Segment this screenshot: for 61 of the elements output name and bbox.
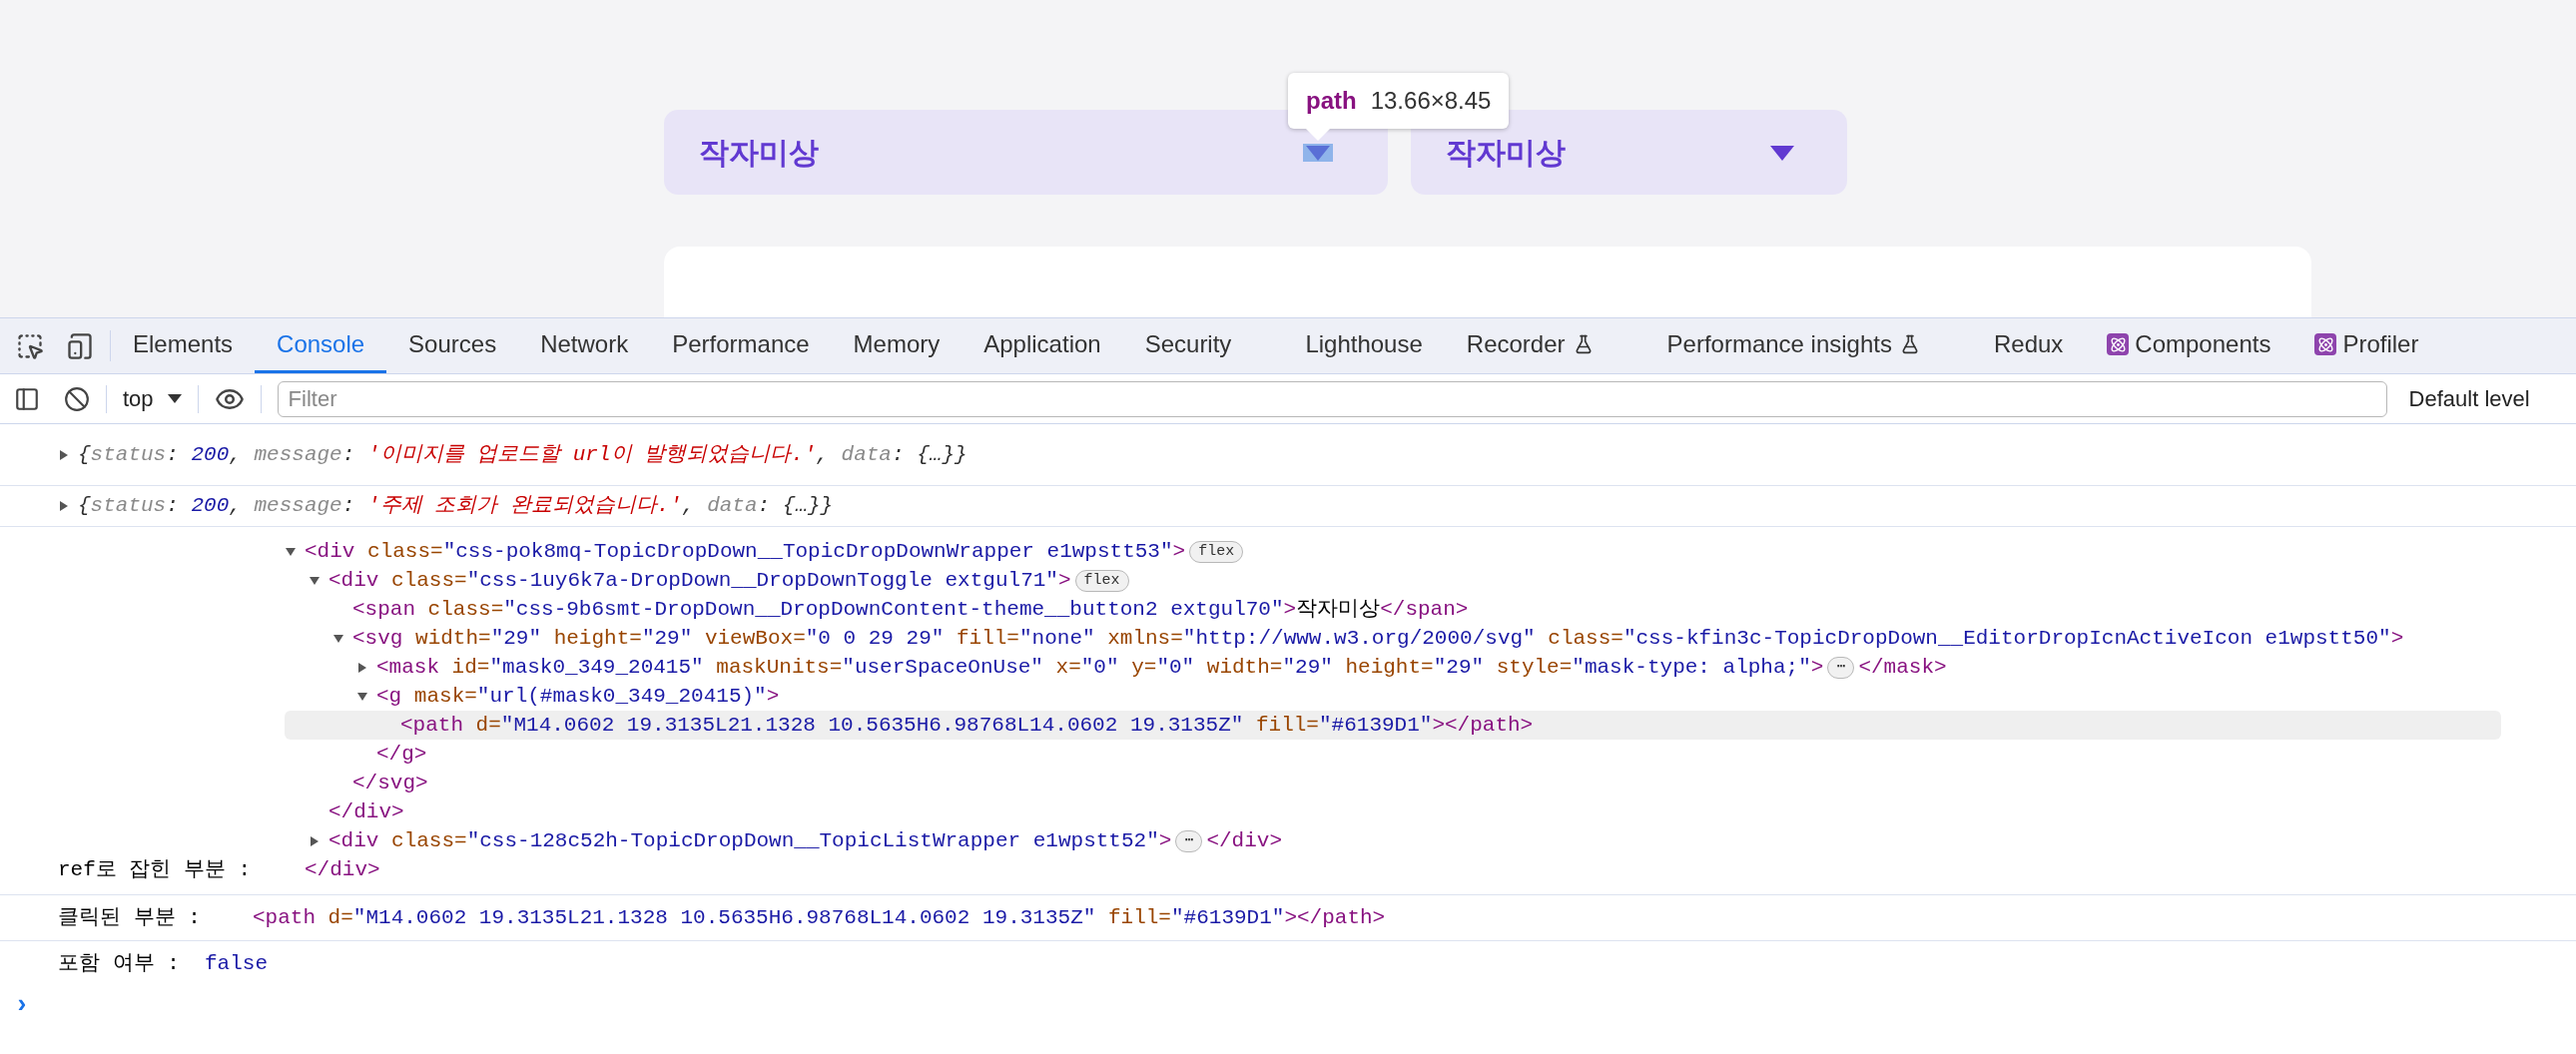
expand-arrow-icon[interactable] [309, 574, 321, 587]
devtools-tab[interactable]: Network [518, 318, 651, 373]
code-text: <div class="css-pok8mq-TopicDropDown__TopicDropDownWrapper e1wpstt53"> [305, 538, 1186, 565]
code-text: </div> [328, 798, 404, 825]
expand-arrow-icon[interactable] [356, 690, 368, 703]
devtools-tab[interactable]: Recorder [1444, 318, 1615, 373]
devtools-tab[interactable]: Profiler [2292, 318, 2441, 373]
code-text: <span class="css-9b6smt-DropDown__DropDownContent-theme__button2 extgul70">작자미상</span> [352, 596, 1469, 623]
devtools-tab[interactable]: Application [962, 318, 1123, 373]
code-text: </mask> [1858, 654, 1947, 681]
devtools-tab[interactable]: Sources [386, 318, 519, 373]
log-levels-dropdown[interactable]: Default level [2408, 382, 2530, 415]
code-text: <div class="css-128c52h-TopicDropDown__TopicListWrapper e1wpstt52"> [328, 827, 1172, 854]
log-label: ref로 잡힌 부분 : [58, 857, 253, 883]
dropdown-label: 작자미상 [699, 135, 819, 171]
devtools-tab[interactable]: Performance [650, 318, 832, 373]
log-label: 클릭된 부분 : [58, 904, 202, 931]
device-toolbar-icon[interactable] [66, 331, 94, 360]
code-text: {status: 200, message: '이미지를 업로드할 url이 발행되었습니다.', data: {…}} [78, 441, 967, 468]
dropdown-label: 작자미상 [1446, 135, 1566, 171]
sidebar-icon[interactable] [14, 385, 40, 412]
caret-down-icon [167, 393, 182, 404]
expand-arrow-icon[interactable] [58, 500, 70, 512]
expand-arrow-icon[interactable] [285, 545, 297, 558]
badge-pill[interactable]: flex [1189, 540, 1244, 563]
devtools-tab[interactable]: Performance insights [1644, 318, 1942, 373]
code-text: {status: 200, message: '주제 조회가 완료되었습니다.', data: {…}} [78, 493, 834, 520]
code-text: <g mask="url(#mask0_349_20415)"> [376, 683, 780, 710]
code-text: </svg> [352, 770, 428, 796]
code-text: </div> [1206, 827, 1283, 854]
code-text: <div class="css-1uy6k7a-DropDown__DropDownToggle extgul71"> [328, 567, 1071, 594]
expand-arrow-icon[interactable] [309, 834, 321, 847]
code-text: <mask id="mask0_349_20415" maskUnits="userSpaceOnUse" x="0" y="0" width="29" height="29" style="mask-type: alpha;"> [376, 654, 1824, 681]
inspect-element-icon[interactable] [16, 331, 44, 360]
expand-arrow-icon[interactable] [58, 448, 70, 461]
code-text: </div> [305, 856, 380, 883]
dropdown-toggle[interactable]: 작자미상 [1411, 110, 1847, 195]
log-label: 포함 여부 : [58, 951, 181, 978]
context-dropdown[interactable]: top [123, 382, 182, 415]
code-text: <path d="M14.0602 19.3135L21.1328 10.5635H6.98768L14.0602 19.3135Z" fill="#6139D1"></path> [400, 712, 1534, 739]
expand-arrow-icon[interactable] [356, 661, 368, 674]
badge-pill[interactable]: ⋯ [1175, 829, 1203, 852]
badge-pill[interactable]: ⋯ [1827, 656, 1855, 679]
expand-arrow-icon[interactable] [332, 632, 344, 645]
code-text: </g> [376, 741, 427, 768]
devtools-tab[interactable]: Redux [1971, 318, 2086, 373]
code-text: <svg width="29" height="29" viewBox="0 0 29 29" fill="none" xmlns="http://www.w3.org/2000/svg" class="css-kfin3c-TopicDropDown__EditorDropIcnActiveIcon e1wpstt50"> [352, 625, 2404, 652]
code-text: <path d="M14.0602 19.3135L21.1328 10.5635H6.98768L14.0602 19.3135Z" fill="#6139D1"></path> [253, 904, 1386, 931]
devtools-tab[interactable]: Lighthouse [1283, 318, 1445, 373]
atom-icon [2314, 333, 2337, 355]
badge-pill[interactable]: flex [1074, 569, 1129, 592]
boolean-value: false [205, 951, 268, 978]
clear-console-icon[interactable] [64, 385, 90, 412]
devtools-tab[interactable]: Security [1122, 318, 1254, 373]
console-prompt[interactable]: › [14, 986, 30, 1025]
devtools-tab[interactable]: Memory [831, 318, 963, 373]
devtools-tab[interactable]: Components [2085, 318, 2293, 373]
devtools-tab[interactable]: Elements [111, 318, 256, 373]
highlighted-row[interactable]: <path d="M14.0602 19.3135L21.1328 10.5635H6.98768L14.0602 19.3135Z" fill="#6139D1"></path> [285, 711, 2501, 740]
atom-icon [2107, 333, 2130, 355]
filter-field[interactable]: Filter [277, 380, 2387, 417]
